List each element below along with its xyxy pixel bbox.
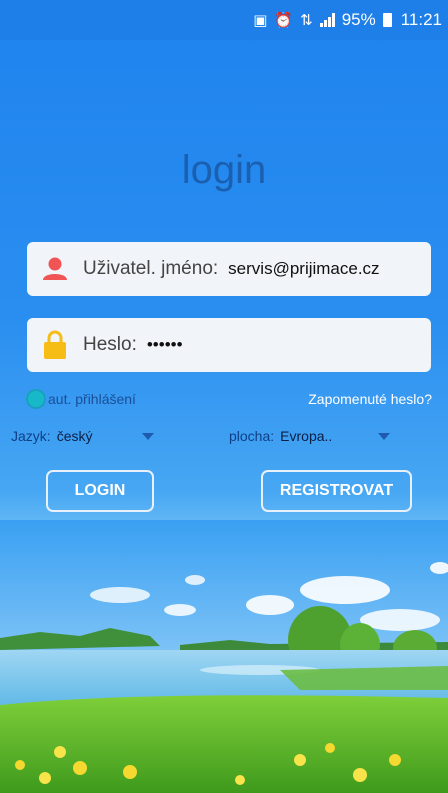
password-field[interactable]: Heslo: •••••• bbox=[27, 318, 431, 372]
radio-icon[interactable] bbox=[26, 389, 46, 409]
password-value[interactable]: •••••• bbox=[147, 335, 183, 355]
username-field[interactable]: Uživatel. jméno: servis@prijimace.cz bbox=[27, 242, 431, 296]
options-row: aut. přihlášení Zapomenuté heslo? bbox=[26, 386, 432, 412]
landscape-background bbox=[0, 520, 448, 793]
battery-icon bbox=[382, 13, 392, 27]
user-icon bbox=[41, 254, 69, 284]
auto-login-label: aut. přihlášení bbox=[48, 391, 136, 407]
page-title: login bbox=[181, 148, 267, 192]
language-select[interactable]: Jazyk: český bbox=[11, 425, 155, 447]
lock-icon bbox=[41, 330, 69, 360]
status-bar: ▣ ⏰ ⇅ 95% 11:21 bbox=[0, 0, 448, 40]
clock: 11:21 bbox=[400, 10, 442, 29]
data-icon: ⇅ bbox=[300, 12, 313, 29]
alarm-icon: ⏰ bbox=[274, 12, 294, 29]
login-button[interactable]: LOGIN bbox=[46, 470, 154, 512]
username-value[interactable]: servis@prijimace.cz bbox=[228, 259, 379, 279]
chevron-down-icon[interactable] bbox=[378, 432, 391, 440]
signal-icon bbox=[319, 13, 335, 27]
battery-percent: 95% bbox=[341, 10, 376, 29]
cast-icon: ▣ bbox=[253, 12, 268, 29]
password-label: Heslo: bbox=[83, 334, 137, 355]
area-select[interactable]: plocha: Evropa.. bbox=[229, 425, 391, 447]
language-label: Jazyk: bbox=[11, 428, 51, 444]
auto-login-checkbox[interactable]: aut. přihlášení bbox=[26, 389, 136, 409]
username-label: Uživatel. jméno: bbox=[83, 258, 219, 279]
area-value: Evropa.. bbox=[280, 428, 333, 444]
forgot-password-link[interactable]: Zapomenuté heslo? bbox=[308, 391, 432, 407]
area-label: plocha: bbox=[229, 428, 275, 444]
language-value: český bbox=[56, 428, 93, 444]
login-screen: ▣ ⏰ ⇅ 95% 11:21 login Uživatel. jméno: s… bbox=[0, 0, 448, 793]
chevron-down-icon[interactable] bbox=[142, 432, 155, 440]
register-button[interactable]: REGISTROVAT bbox=[261, 470, 412, 512]
